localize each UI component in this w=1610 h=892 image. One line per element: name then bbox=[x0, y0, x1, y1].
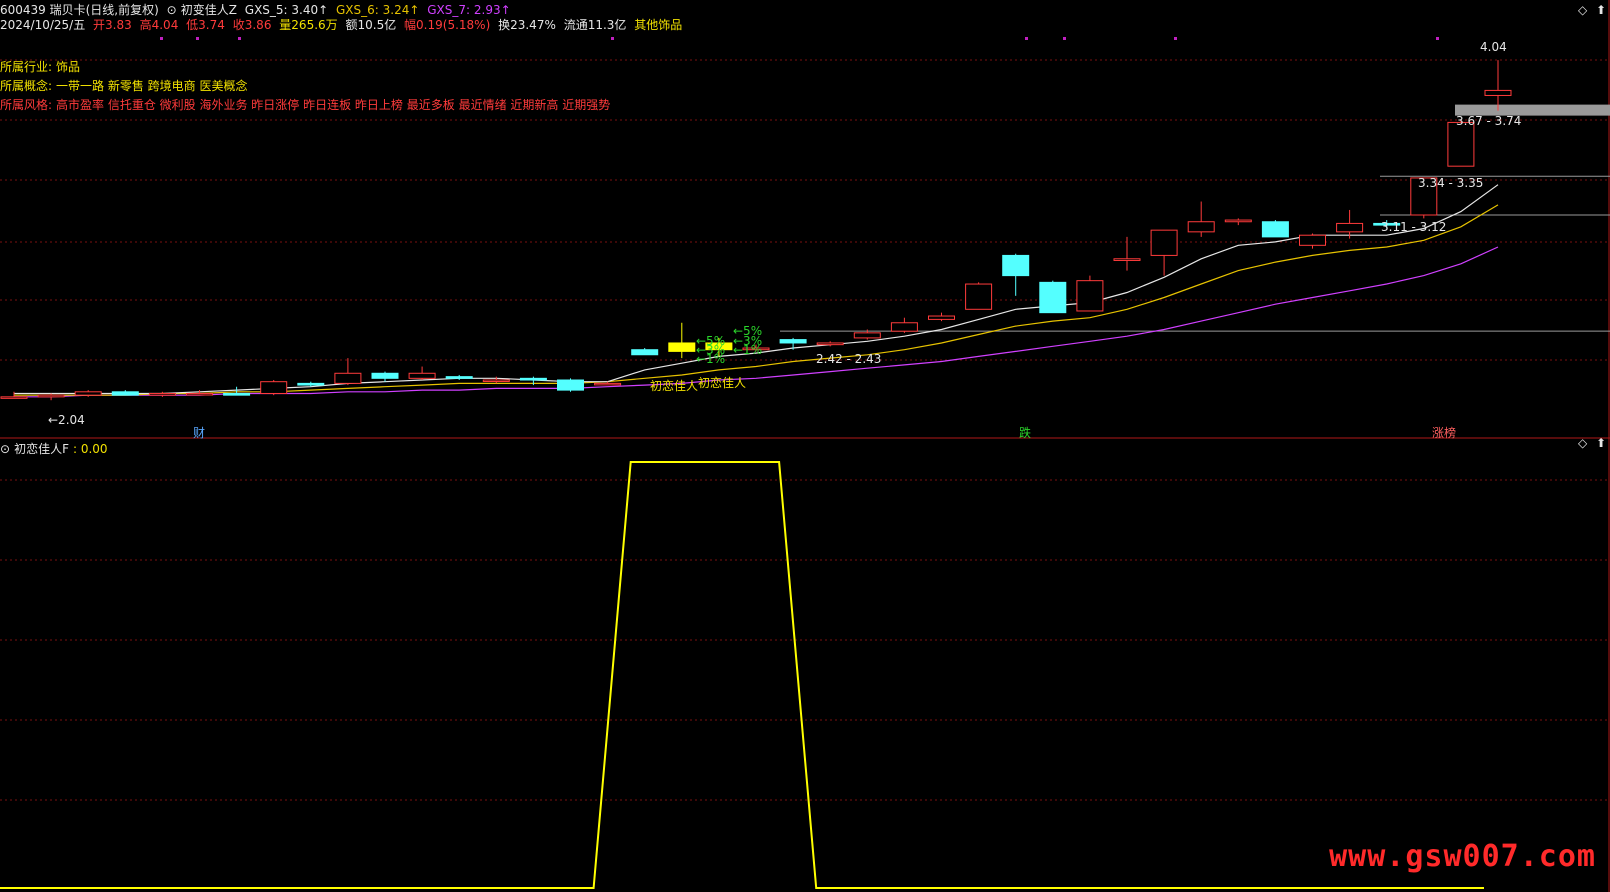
candle-body-up bbox=[260, 381, 288, 394]
candle-body-up bbox=[965, 283, 993, 310]
header-line-2: 2024/10/25/五 开3.83 高4.04 低3.74 收3.86 量26… bbox=[0, 18, 686, 32]
candle-body-up bbox=[0, 396, 28, 399]
candle-body-down bbox=[111, 391, 139, 396]
candle-body-up bbox=[1150, 229, 1178, 256]
pct-label-f: ←1% bbox=[696, 352, 726, 366]
candle-body-up bbox=[482, 379, 510, 383]
turnover: 换23.47% bbox=[498, 18, 556, 32]
ma5-line bbox=[14, 184, 1499, 395]
gxs6-value: GXS_6: 3.24↑ bbox=[336, 3, 420, 17]
signal-f-line bbox=[0, 461, 1484, 889]
candle-body-down bbox=[1039, 281, 1067, 314]
style-row: 所属风格: 高市盈率 信托重仓 微利股 海外业务 昨日涨停 昨日连板 昨日上榜 最… bbox=[0, 98, 614, 112]
amount: 额10.5亿 bbox=[345, 18, 397, 32]
marker-dot bbox=[1063, 37, 1066, 40]
low-price-label: ←2.04 bbox=[48, 413, 85, 427]
candle-body-up bbox=[853, 332, 881, 339]
header-line-1: 600439 瑞贝卡(日线,前复权) ⊙ 初变佳人Z GXS_5: 3.40↑ G… bbox=[0, 3, 515, 17]
candle-body-up bbox=[148, 392, 176, 396]
candle-body-up bbox=[186, 392, 213, 396]
candle-body-down bbox=[519, 377, 547, 381]
close: 收3.86 bbox=[232, 18, 272, 32]
sector[interactable]: 其他饰品 bbox=[634, 18, 682, 32]
pct-label-e: ←1% bbox=[733, 343, 763, 357]
stock-title: 600439 瑞贝卡(日线,前复权) bbox=[0, 3, 159, 17]
high: 高4.04 bbox=[139, 18, 179, 32]
candle-body-up bbox=[816, 342, 844, 346]
sub-panel-value: : 0.00 bbox=[72, 442, 108, 456]
volume: 量265.6万 bbox=[279, 18, 338, 32]
candle-body-down bbox=[445, 376, 473, 379]
sub-panel-title[interactable]: 初恋佳人F bbox=[14, 442, 69, 456]
scroll-up-icon[interactable]: ⬆ bbox=[1596, 3, 1606, 17]
marker-zhang[interactable]: 涨榜 bbox=[1432, 426, 1456, 440]
candle-body-up bbox=[594, 382, 622, 386]
indicator-icon[interactable]: ⊙ bbox=[167, 3, 177, 17]
marker-dot bbox=[611, 37, 614, 40]
sub-panel-header: ⊙ 初恋佳人F: 0.00 bbox=[0, 442, 112, 456]
candle-body-up bbox=[74, 391, 102, 396]
signal-label: 初恋佳人 bbox=[650, 379, 699, 393]
candle-body-down bbox=[557, 379, 584, 391]
candle-body-up bbox=[928, 315, 955, 320]
concept-value: 一带一路 新零售 跨境电商 医美概念 bbox=[56, 79, 248, 93]
marker-dot bbox=[196, 37, 199, 40]
signal-label-2: 初恋佳人 bbox=[698, 376, 747, 390]
industry-row: 所属行业: 饰品 bbox=[0, 60, 84, 74]
marker-die[interactable]: 跌 bbox=[1019, 426, 1031, 440]
marker-dot bbox=[160, 37, 163, 40]
candle-body-up bbox=[334, 372, 362, 384]
candle-body-down bbox=[223, 392, 251, 396]
candle-body-down bbox=[371, 372, 399, 379]
float-cap: 流通11.3亿 bbox=[563, 18, 627, 32]
range-label-d: 2.42 - 2.43 bbox=[816, 352, 882, 366]
style-value: 高市盈率 信托重仓 微利股 海外业务 昨日涨停 昨日连板 昨日上榜 最近多板 最… bbox=[56, 98, 611, 112]
candle-body-up bbox=[1484, 89, 1512, 96]
candle-body-up bbox=[1336, 222, 1364, 233]
industry-value: 饰品 bbox=[56, 60, 81, 74]
open: 开3.83 bbox=[93, 18, 132, 32]
candle-body-up bbox=[1113, 258, 1141, 261]
ma7-line bbox=[14, 246, 1499, 398]
top-price-label: 4.04 bbox=[1480, 40, 1507, 54]
gxs7-value: GXS_7: 2.93↑ bbox=[427, 3, 511, 17]
diamond-icon[interactable]: ◇ bbox=[1578, 436, 1587, 450]
candle-body-up bbox=[1224, 219, 1252, 223]
watermark: www.gsw007.com bbox=[1329, 839, 1596, 874]
marker-dot bbox=[1174, 37, 1177, 40]
candle-body-up bbox=[1299, 234, 1326, 246]
candle-body-up bbox=[37, 394, 65, 398]
range-label-a: 3.67 - 3.74 bbox=[1456, 114, 1522, 128]
candle-body-down bbox=[631, 349, 659, 356]
candle-body-up bbox=[1076, 280, 1104, 312]
candle-body-down bbox=[297, 382, 325, 386]
range-label-c: 3.11 - 3.12 bbox=[1381, 220, 1447, 234]
kline-chart[interactable] bbox=[0, 0, 1610, 892]
sub-panel-icon[interactable]: ⊙ bbox=[0, 442, 10, 456]
candle-body-up bbox=[408, 372, 436, 379]
marker-dot bbox=[1025, 37, 1028, 40]
candle-body-down bbox=[779, 339, 807, 344]
concept-label: 所属概念: bbox=[0, 79, 53, 93]
candle-body-down bbox=[1261, 221, 1289, 238]
style-label: 所属风格: bbox=[0, 98, 53, 112]
industry-label: 所属行业: bbox=[0, 60, 53, 74]
marker-dot bbox=[1436, 37, 1439, 40]
indicator-name[interactable]: 初变佳人Z bbox=[181, 3, 237, 17]
candle-body-down bbox=[668, 342, 696, 352]
gxs5-value: GXS_5: 3.40↑ bbox=[244, 3, 329, 17]
change: 幅0.19(5.18%) bbox=[404, 18, 491, 32]
candle-body-down bbox=[1002, 254, 1030, 277]
candle-body-up bbox=[1187, 221, 1215, 233]
scroll-up-icon[interactable]: ⬆ bbox=[1596, 436, 1606, 450]
date: 2024/10/25/五 bbox=[0, 18, 86, 32]
diamond-icon[interactable]: ◇ bbox=[1578, 3, 1587, 17]
candle-body-up bbox=[1447, 121, 1475, 167]
low: 低3.74 bbox=[186, 18, 225, 32]
concept-row: 所属概念: 一带一路 新零售 跨境电商 医美概念 bbox=[0, 79, 252, 93]
marker-cai[interactable]: 财 bbox=[193, 426, 205, 440]
range-label-b: 3.34 - 3.35 bbox=[1418, 176, 1484, 190]
candle-body-up bbox=[890, 322, 918, 332]
marker-dot bbox=[238, 37, 241, 40]
